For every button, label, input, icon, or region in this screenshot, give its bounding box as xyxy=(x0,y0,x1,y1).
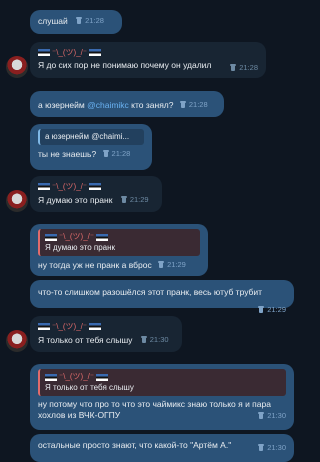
message-text: Я думаю это пранк xyxy=(38,195,113,205)
message-time: 21:28 xyxy=(239,63,258,72)
quote-sender: ⁻\_(ツ)_/⁻ xyxy=(45,232,195,242)
flag-icon xyxy=(89,323,102,330)
avatar[interactable] xyxy=(6,330,28,352)
flag-icon xyxy=(89,183,102,190)
quote-text: Я только от тебя слышу xyxy=(45,383,134,392)
flag-icon xyxy=(96,373,109,381)
trash-icon xyxy=(258,412,265,419)
message-meta: 21:28 xyxy=(179,99,208,110)
message-bubble[interactable]: ⁻\_(ツ)_/⁻ Я до сих пор не понимаю почему… xyxy=(30,42,266,78)
flag-icon xyxy=(96,233,109,241)
trash-icon xyxy=(158,261,165,268)
reply-quote[interactable]: ⁻\_(ツ)_/⁻ Я только от тебя слышу xyxy=(38,369,286,396)
quote-sender: ⁻\_(ツ)_/⁻ xyxy=(45,372,281,382)
message-text: остальные просто знают, что какой-то "Ар… xyxy=(38,440,232,450)
flag-icon xyxy=(45,373,57,381)
trash-icon xyxy=(179,101,186,108)
message-meta: 21:30 xyxy=(140,334,169,345)
message-meta: 21:29 xyxy=(158,259,186,270)
message-text: Я до сих пор не понимаю почему он удалил xyxy=(38,60,212,70)
trash-icon xyxy=(120,196,127,203)
message-time: 21:29 xyxy=(129,195,149,204)
message-meta: 21:30 xyxy=(258,442,286,453)
message-bubble[interactable]: ⁻\_(ツ)_/⁻ Я думаю это пранк ну тогда уж … xyxy=(30,224,208,276)
trash-icon xyxy=(140,336,147,343)
message-bubble[interactable]: а юзернейм @chaimikc кто занял? 21:28 xyxy=(30,91,224,117)
sender-name: ⁻\_(ツ)_/⁻ xyxy=(38,181,154,192)
message-time: 21:29 xyxy=(167,260,186,269)
message-bubble[interactable]: что-то слишком разошёлся этот пранк, вес… xyxy=(30,280,294,314)
trash-icon xyxy=(230,64,237,71)
message-time: 21:30 xyxy=(267,443,286,452)
message-time: 21:28 xyxy=(111,149,131,158)
flag-icon xyxy=(38,49,50,56)
quote-text: Я думаю это пранк xyxy=(45,243,116,252)
message-meta: 21:30 xyxy=(258,410,286,421)
message-meta: 21:29 xyxy=(258,304,286,315)
reply-quote[interactable]: а юзернейм @chaimi... xyxy=(38,129,144,145)
message-meta: 21:28 xyxy=(230,62,258,73)
trash-icon xyxy=(102,150,109,157)
message-bubble[interactable]: ⁻\_(ツ)_/⁻ Я только от тебя слышу 21:30 xyxy=(30,316,182,352)
message-time: 21:30 xyxy=(267,411,286,420)
message-time: 21:29 xyxy=(267,305,286,314)
message-text: ну тогда уж не пранк а вброс xyxy=(38,260,152,270)
message-text: Я только от тебя слышу xyxy=(38,335,133,345)
flag-icon xyxy=(38,323,50,330)
message-text: а юзернейм @chaimikc кто занял? xyxy=(38,100,174,110)
message-text: ну потому что про то что это чаймикс зна… xyxy=(38,399,271,420)
flag-icon xyxy=(38,183,50,190)
trash-icon xyxy=(258,306,265,313)
message-time: 21:28 xyxy=(85,16,104,25)
message-meta: 21:29 xyxy=(120,194,149,205)
message-meta: 21:28 xyxy=(76,15,104,26)
avatar[interactable] xyxy=(6,56,28,78)
username-link[interactable]: @chaimikc xyxy=(87,100,129,110)
message-time: 21:30 xyxy=(149,335,169,344)
sender-name: ⁻\_(ツ)_/⁻ xyxy=(38,47,258,58)
sender-name: ⁻\_(ツ)_/⁻ xyxy=(38,321,174,332)
flag-icon xyxy=(45,233,57,241)
flag-icon xyxy=(89,49,102,56)
avatar[interactable] xyxy=(6,190,28,212)
message-bubble[interactable]: ⁻\_(ツ)_/⁻ Я думаю это пранк 21:29 xyxy=(30,176,162,212)
message-bubble[interactable]: ⁻\_(ツ)_/⁻ Я только от тебя слышу ну пото… xyxy=(30,364,294,430)
trash-icon xyxy=(258,444,265,451)
message-bubble[interactable]: слушай 21:28 xyxy=(30,10,122,34)
message-text: что-то слишком разошёлся этот пранк, вес… xyxy=(38,287,263,297)
message-text: ты не знаешь? xyxy=(38,149,97,159)
quote-text: а юзернейм @chaimi... xyxy=(45,132,130,141)
message-text: слушай xyxy=(38,16,68,26)
message-meta: 21:28 xyxy=(102,148,131,159)
message-bubble[interactable]: а юзернейм @chaimi... ты не знаешь? 21:2… xyxy=(30,124,152,170)
message-time: 21:28 xyxy=(188,100,208,109)
trash-icon xyxy=(76,17,83,24)
reply-quote[interactable]: ⁻\_(ツ)_/⁻ Я думаю это пранк xyxy=(38,229,200,256)
